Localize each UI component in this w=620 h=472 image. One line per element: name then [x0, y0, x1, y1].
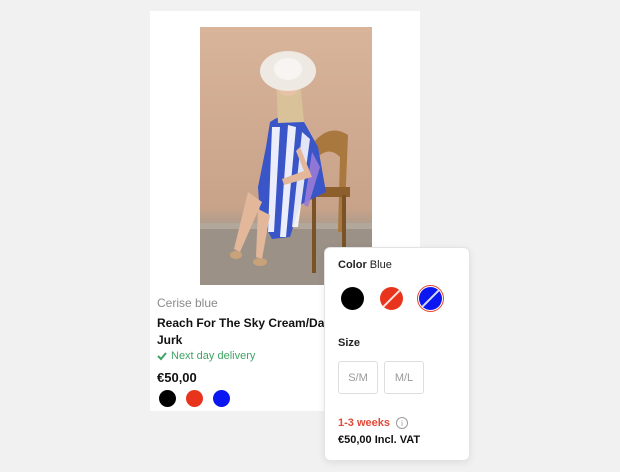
swatch-black[interactable]	[341, 287, 364, 310]
size-button-s-m[interactable]: S/M	[338, 361, 378, 394]
swatch-black[interactable]	[159, 390, 176, 407]
color-option-blue[interactable]	[417, 285, 444, 312]
color-label-value: Blue	[369, 259, 392, 271]
popover-color-options	[339, 285, 444, 312]
swatch-blue[interactable]	[213, 390, 230, 407]
size-label: Size	[338, 337, 361, 349]
quick-add-popover: Color Blue Size S/M M/L 1-3 weeks i €50,…	[324, 247, 470, 461]
color-option-red[interactable]	[378, 285, 405, 312]
delivery-status: Next day delivery	[157, 350, 255, 362]
size-button-m-l[interactable]: M/L	[384, 361, 424, 394]
swatch-red[interactable]	[380, 287, 403, 310]
product-title-line-1[interactable]: Reach For The Sky Cream/Da	[157, 315, 327, 332]
stock-text: 1-3 weeks	[338, 417, 390, 429]
product-brand: Cerise blue	[157, 296, 218, 310]
color-label: Color Blue	[338, 259, 392, 271]
color-label-title: Color	[338, 259, 367, 271]
color-option-black[interactable]	[339, 285, 366, 312]
unavailable-strike	[381, 287, 403, 309]
stock-status: 1-3 weeks i	[338, 417, 408, 429]
color-swatches	[159, 390, 230, 407]
product-title[interactable]: Reach For The Sky Cream/Da Jurk	[157, 315, 327, 349]
product-title-line-2[interactable]: Jurk	[157, 332, 327, 349]
swatch-red[interactable]	[186, 390, 203, 407]
popover-price: €50,00 Incl. VAT	[338, 434, 421, 446]
swatch-blue[interactable]	[419, 287, 442, 310]
product-price: €50,00	[157, 370, 197, 385]
check-icon	[157, 352, 167, 361]
delivery-text: Next day delivery	[171, 350, 256, 362]
unavailable-strike	[420, 287, 442, 309]
size-options: S/M M/L	[338, 361, 424, 394]
info-icon[interactable]: i	[395, 417, 408, 429]
